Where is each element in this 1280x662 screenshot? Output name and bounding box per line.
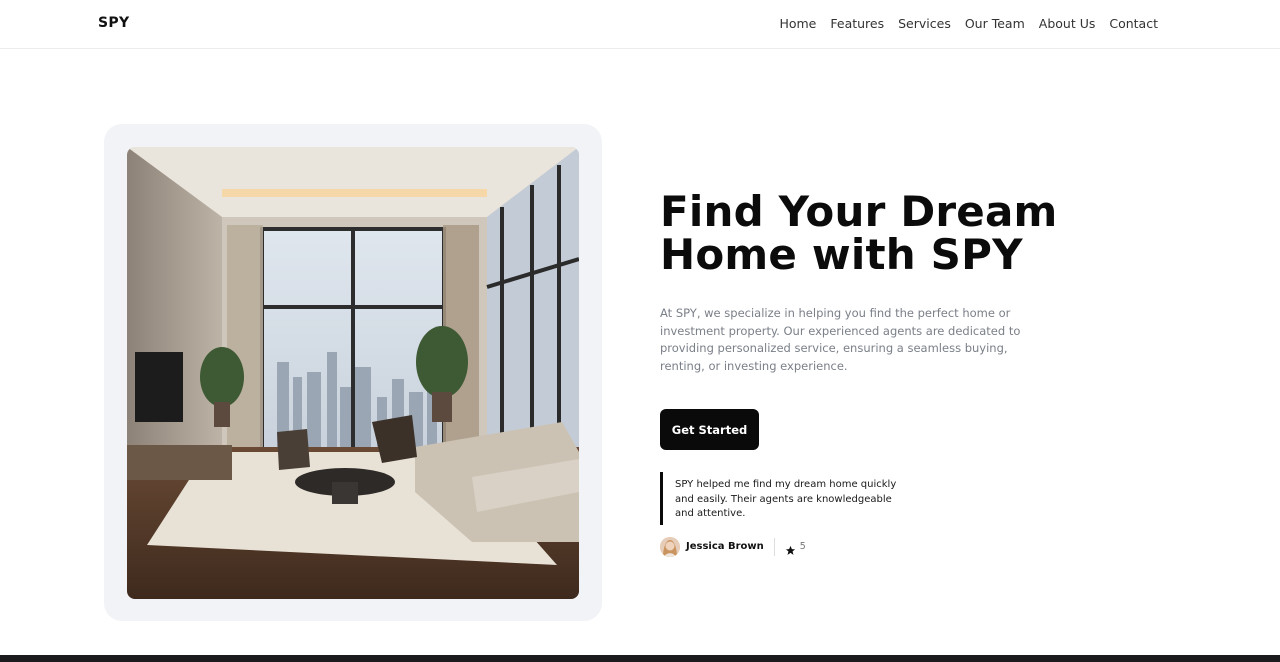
hero-image-card <box>104 124 602 621</box>
living-room-photo <box>127 147 579 599</box>
nav-home[interactable]: Home <box>779 16 816 31</box>
top-navbar: SPY Home Features Services Our Team Abou… <box>0 0 1280 49</box>
footer-edge <box>0 655 1280 662</box>
rating-value: 5 <box>799 541 806 552</box>
main-nav: Home Features Services Our Team About Us… <box>779 16 1158 31</box>
nav-features[interactable]: Features <box>830 16 884 31</box>
author-divider <box>773 537 775 556</box>
testimonial-author: Jessica Brown 5 <box>660 536 806 557</box>
nav-about-us[interactable]: About Us <box>1039 16 1096 31</box>
hero-headline: Find Your Dream Home with SPY <box>660 187 1058 279</box>
nav-services[interactable]: Services <box>898 16 951 31</box>
star-icon <box>785 541 796 555</box>
nav-our-team[interactable]: Our Team <box>965 16 1025 31</box>
hero-description: At SPY, we specialize in helping you fin… <box>660 306 1021 373</box>
testimonial-quote: SPY helped me find my dream home quickly… <box>660 472 910 525</box>
brand-logo[interactable]: SPY <box>98 15 129 31</box>
avatar <box>660 536 680 557</box>
get-started-button[interactable]: Get Started <box>660 409 759 450</box>
author-name: Jessica Brown <box>686 541 764 552</box>
nav-contact[interactable]: Contact <box>1109 16 1158 31</box>
